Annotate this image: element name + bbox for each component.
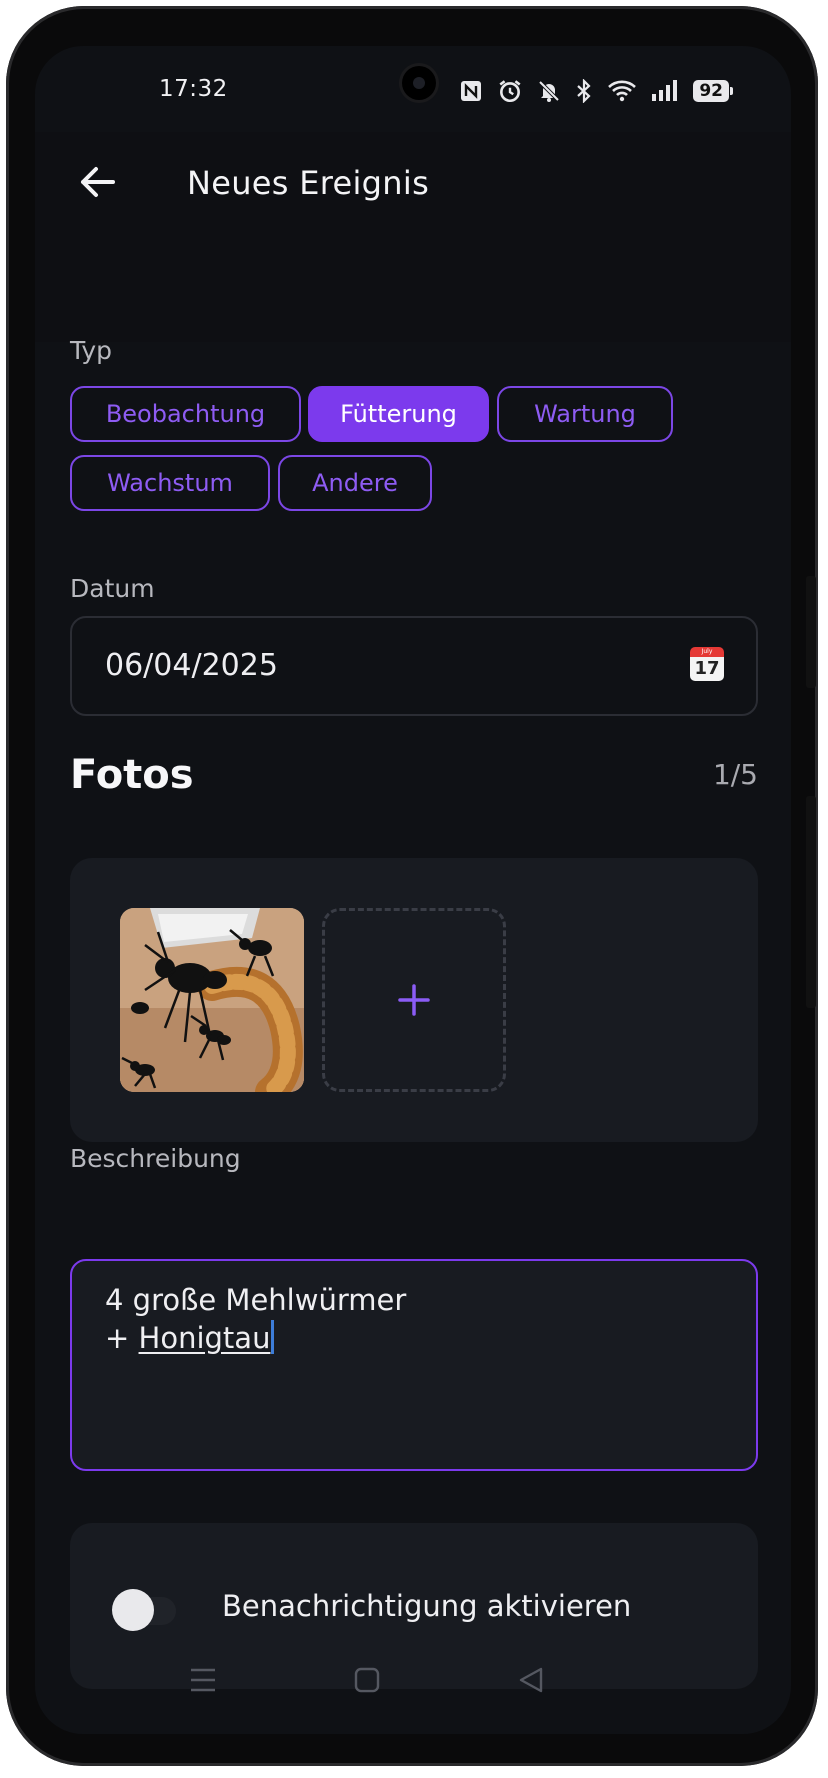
bell-off-icon (537, 79, 561, 103)
photo-thumbnail[interactable] (120, 908, 304, 1092)
description-label: Beschreibung (70, 1144, 241, 1173)
arrow-left-icon (81, 167, 115, 197)
chip-wartung[interactable]: Wartung (497, 386, 673, 442)
status-bar: 17:32 92 (35, 46, 791, 132)
battery-icon: 92 (693, 80, 733, 102)
home-square-icon (354, 1667, 380, 1693)
description-line-2: + Honigtau (105, 1319, 406, 1357)
status-icons: 92 (459, 78, 733, 104)
menu-icon (191, 1668, 215, 1692)
description-line-2-prefix: + (105, 1321, 139, 1355)
toggle-knob (112, 1589, 154, 1631)
calendar-day: 17 (690, 657, 724, 681)
alarm-icon (497, 78, 523, 104)
description-line-1: 4 große Mehlwürmer (105, 1283, 407, 1317)
nfc-icon (459, 79, 483, 103)
back-button[interactable] (71, 156, 123, 208)
date-label: Datum (70, 574, 155, 603)
add-photo-button[interactable] (322, 908, 506, 1092)
photos-card (70, 858, 758, 1142)
power-button (806, 796, 816, 1008)
photo-count: 1/5 (712, 758, 758, 791)
chip-fuetterung[interactable]: Fütterung (308, 386, 489, 442)
description-input[interactable]: 4 große Mehlwürmer + Honigtau (70, 1259, 758, 1471)
date-value: 06/04/2025 (105, 648, 278, 683)
calendar-month: July (690, 647, 724, 657)
type-label: Typ (70, 336, 113, 365)
photos-title: Fotos (70, 752, 194, 798)
description-underlined-word: Honigtau (138, 1321, 271, 1355)
phone-frame: 17:32 92 Neues Ereignis Typ Beobachtung … (6, 6, 818, 1766)
chip-andere[interactable]: Andere (278, 455, 432, 511)
nav-menu-button[interactable] (183, 1662, 223, 1698)
wifi-icon (607, 79, 637, 103)
description-text: 4 große Mehlwürmer + Honigtau (105, 1281, 406, 1357)
notification-label: Benachrichtigung aktivieren (222, 1589, 632, 1623)
text-caret (271, 1320, 275, 1354)
chip-beobachtung[interactable]: Beobachtung (70, 386, 301, 442)
plus-icon (398, 984, 430, 1016)
chip-wachstum[interactable]: Wachstum (70, 455, 270, 511)
nav-home-button[interactable] (347, 1662, 387, 1698)
ant-photo-image (120, 908, 304, 1092)
front-camera (402, 66, 436, 100)
bluetooth-icon (575, 79, 593, 103)
date-field[interactable]: 06/04/2025 July 17 (70, 616, 758, 716)
back-triangle-icon (519, 1667, 543, 1693)
calendar-icon[interactable]: July 17 (690, 647, 724, 683)
signal-icon (651, 79, 679, 103)
nav-back-button[interactable] (511, 1662, 551, 1698)
status-time: 17:32 (159, 76, 228, 102)
page-title: Neues Ereignis (187, 164, 430, 202)
screen: 17:32 92 Neues Ereignis Typ Beobachtung … (35, 46, 791, 1734)
notification-toggle[interactable] (112, 1589, 178, 1631)
volume-button (806, 576, 816, 688)
system-nav-bar (35, 1644, 791, 1714)
